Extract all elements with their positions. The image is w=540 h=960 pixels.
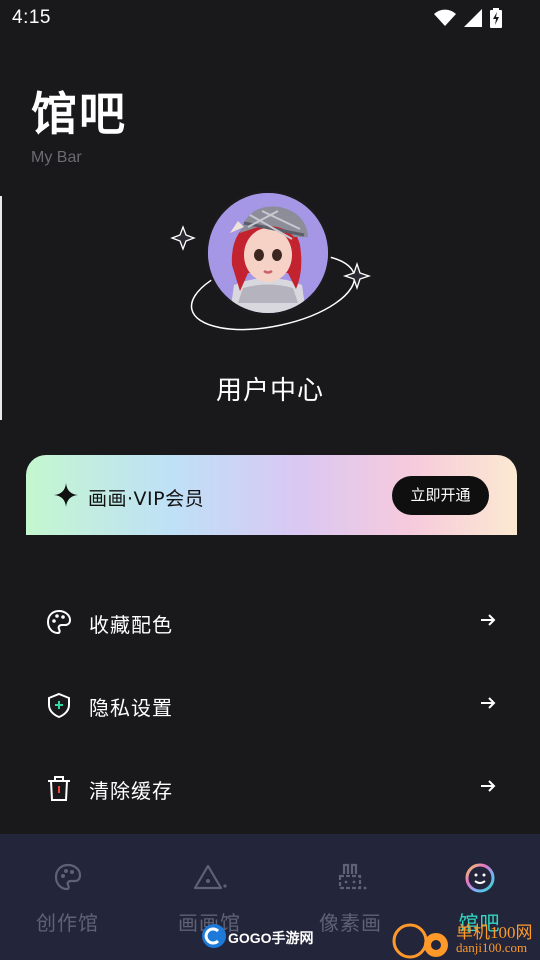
- triangle-icon: [193, 864, 227, 890]
- shield-plus-icon: [48, 692, 70, 718]
- page-subtitle: My Bar: [31, 149, 82, 166]
- avatar-image: [208, 193, 328, 313]
- watermark-text: danji100.com: [456, 940, 528, 955]
- vip-label: 画画·VIP会员: [88, 488, 205, 510]
- star-icon: [342, 261, 372, 291]
- menu-item-favorite-colors[interactable]: 收藏配色: [0, 580, 540, 663]
- arrow-right-icon: [481, 697, 496, 709]
- menu-item-label: 收藏配色: [89, 613, 173, 637]
- settings-menu: 收藏配色 隐私设置 清除缓存: [0, 580, 540, 829]
- wifi-icon: [434, 9, 456, 26]
- menu-item-privacy-settings[interactable]: 隐私设置: [0, 663, 540, 746]
- menu-item-clear-cache[interactable]: 清除缓存: [0, 746, 540, 829]
- sparkle-icon: [54, 483, 78, 507]
- signal-icon: [464, 9, 482, 27]
- watermark-text: GOGO手游网: [228, 930, 314, 946]
- arrow-right-icon: [481, 614, 496, 626]
- vip-card[interactable]: 画画·VIP会员 立即开通: [26, 455, 517, 535]
- menu-item-label: 清除缓存: [89, 779, 173, 803]
- tab-creation-hall[interactable]: 创作馆: [0, 834, 135, 960]
- user-center-label[interactable]: 用户中心: [0, 370, 540, 407]
- menu-item-label: 隐私设置: [89, 696, 173, 720]
- battery-charging-icon: [490, 8, 502, 28]
- activate-vip-button[interactable]: 立即开通: [392, 476, 489, 515]
- arrow-right-icon: [481, 780, 496, 792]
- star-icon: [170, 225, 196, 251]
- status-time: 4:15: [12, 7, 51, 28]
- page-title: 馆吧: [31, 87, 127, 141]
- rabbit-icon: [338, 863, 366, 890]
- avatar[interactable]: [205, 190, 331, 316]
- trash-icon: [48, 776, 70, 801]
- smile-icon: [465, 863, 494, 893]
- avatar-section[interactable]: [165, 182, 380, 342]
- palette-icon: [46, 609, 72, 635]
- status-icons: [434, 8, 502, 28]
- status-bar: 4:15: [0, 0, 540, 36]
- tab-label: 创作馆: [36, 911, 99, 935]
- palette-icon: [54, 863, 81, 891]
